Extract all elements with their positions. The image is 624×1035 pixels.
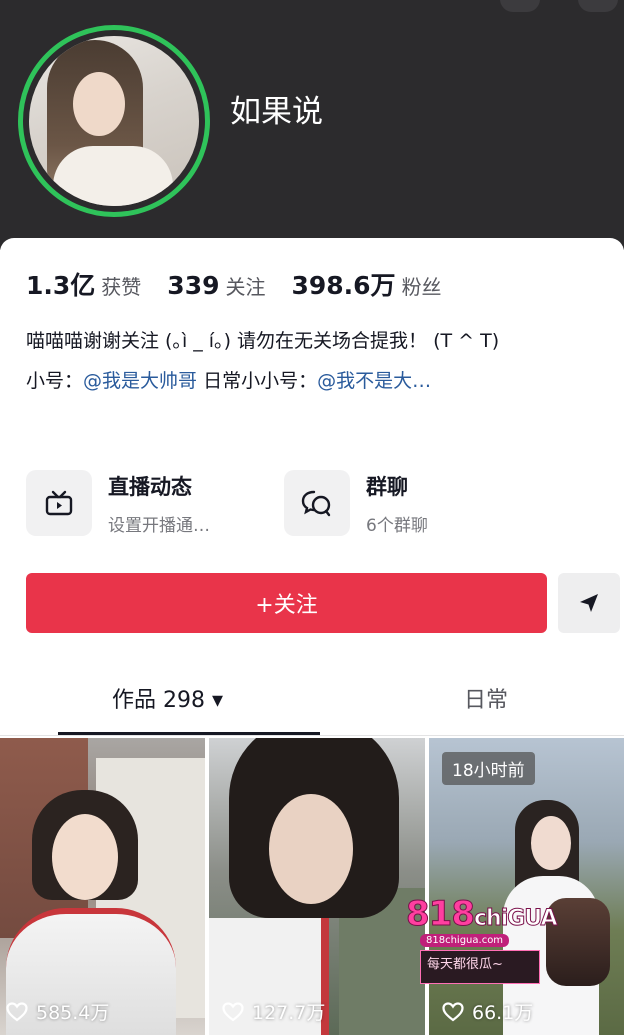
send-icon <box>580 594 598 612</box>
username: 如果说 <box>230 94 323 130</box>
video-likes-1: 585.4万 <box>6 998 109 1025</box>
video-likes-3: 66.1万 <box>442 998 533 1025</box>
heart-icon <box>6 1001 28 1021</box>
heart-icon <box>222 1001 244 1021</box>
followers-count[interactable]: 398.6万 <box>291 266 395 302</box>
tab-divider <box>0 735 624 736</box>
thumb-face <box>531 816 571 870</box>
following-label: 关注 <box>225 275 266 299</box>
mention-link-1[interactable]: @我是大帅哥 <box>83 370 197 392</box>
live-feature-title: 直播动态 <box>108 474 192 499</box>
stats-row: 1.3亿 获赞 339 关注 398.6万 粉丝 <box>26 266 468 302</box>
group-chat-subtitle: 6个群聊 <box>366 515 428 536</box>
group-chat-feature[interactable]: 群聊 6个群聊 <box>284 470 428 536</box>
followers-label: 粉丝 <box>401 275 442 299</box>
avatar-shirt <box>53 146 173 206</box>
heart-icon <box>442 1001 464 1021</box>
tab-works[interactable]: 作品 298 ▾ <box>112 682 223 714</box>
video-likes-count: 585.4万 <box>36 1002 110 1024</box>
tv-icon <box>26 470 92 536</box>
top-right-button[interactable] <box>578 0 618 12</box>
avatar-face <box>73 72 125 136</box>
chat-bubbles-icon <box>284 470 350 536</box>
time-badge: 18小时前 <box>442 752 535 785</box>
bio-middle: 日常小小号： <box>197 370 318 392</box>
avatar[interactable] <box>29 36 199 206</box>
thumb-face <box>52 814 118 900</box>
video-likes-count: 127.7万 <box>252 1002 326 1024</box>
top-left-button[interactable] <box>500 0 540 12</box>
bio-line-1: 喵喵喵谢谢关注 (｡ì _ í｡) 请勿在无关场合提我！ (T ^ T) <box>26 330 500 352</box>
watermark-banner: 每天都很瓜~ <box>420 950 540 984</box>
video-likes-2: 127.7万 <box>222 998 325 1025</box>
following-count[interactable]: 339 <box>167 271 219 300</box>
tab-daily[interactable]: 日常 <box>464 682 508 714</box>
profile-header: 如果说 <box>0 0 624 250</box>
likes-label: 获赞 <box>101 275 142 299</box>
live-feature-subtitle: 设置开播通… <box>108 515 210 536</box>
bio-prefix: 小号： <box>26 370 84 392</box>
bio-line-2: 小号：@我是大帅哥 日常小小号：@我不是大… <box>26 366 431 393</box>
video-likes-count: 66.1万 <box>472 1002 534 1024</box>
group-chat-title: 群聊 <box>366 474 408 499</box>
mention-link-2[interactable]: @我不是大… <box>317 370 431 392</box>
share-button[interactable] <box>558 573 620 633</box>
watermark-url: 818chigua.com <box>420 934 510 947</box>
thumb-face <box>269 794 353 904</box>
watermark-overlay: 818chiGUA 818chigua.com 每天都很瓜~ <box>406 894 612 986</box>
follow-button[interactable]: +关注 <box>26 573 547 633</box>
live-feature[interactable]: 直播动态 设置开播通… <box>26 470 210 536</box>
watermark-logo: 818chiGUA <box>406 894 558 935</box>
video-thumbnail-1[interactable] <box>0 738 205 1035</box>
watermark-logo-number: 818 <box>406 894 476 935</box>
video-thumbnail-2[interactable] <box>209 738 425 1035</box>
likes-count[interactable]: 1.3亿 <box>26 266 95 302</box>
avatar-ring[interactable] <box>18 25 210 217</box>
watermark-logo-text: chiGUA <box>473 906 558 932</box>
